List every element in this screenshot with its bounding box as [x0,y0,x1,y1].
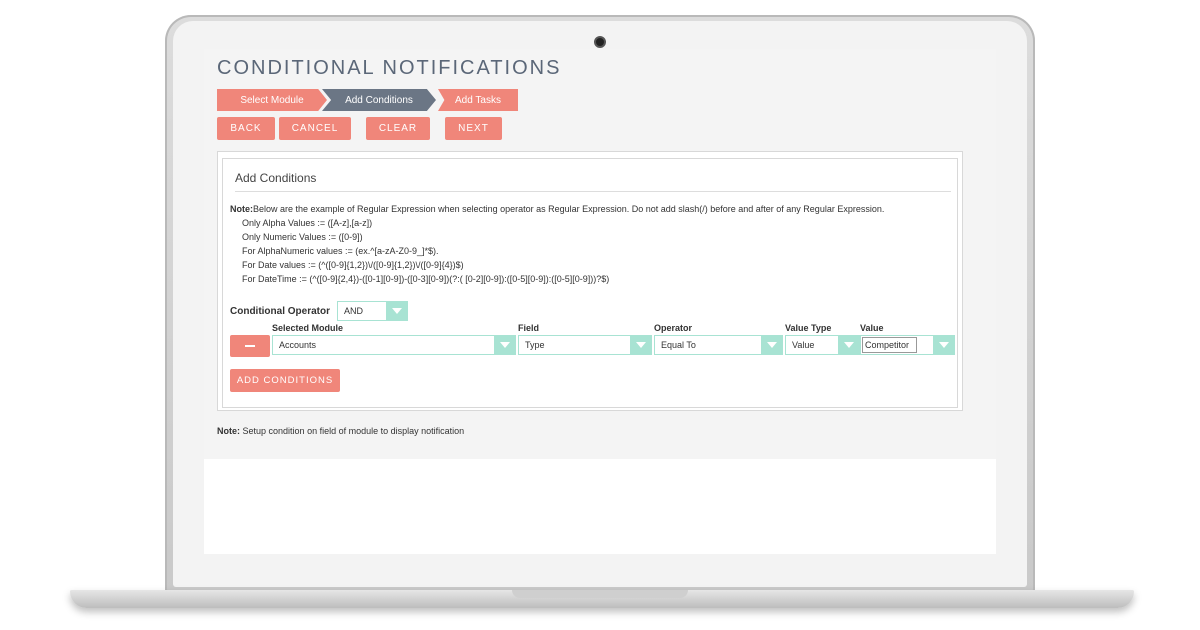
footer-note: Note: Setup condition on field of module… [217,426,464,436]
chevron-down-icon[interactable] [630,336,651,354]
regex-example: For Date values := (^([0-9]{1,2})\/([0-9… [242,260,464,270]
camera-icon [594,36,606,48]
regex-note-prefix: Note: [230,204,253,214]
next-button[interactable]: NEXT [445,117,502,140]
field-select-value: Type [525,340,545,350]
value-select[interactable] [860,335,955,355]
footer-note-prefix: Note: [217,426,240,436]
column-header-value: Value [860,323,884,333]
step-select-module[interactable]: Select Module [217,89,327,111]
clear-button[interactable]: CLEAR [366,117,430,140]
footer-note-text: Setup condition on field of module to di… [242,426,465,436]
conditions-panel-inner: Add Conditions Note:Below are the exampl… [222,158,958,408]
cancel-button[interactable]: CANCEL [279,117,351,140]
module-select-value: Accounts [279,340,317,350]
app-area: CONDITIONAL NOTIFICATIONS Select Module … [204,49,996,459]
column-header-operator: Operator [654,323,693,333]
chevron-down-icon[interactable] [761,336,782,354]
conditional-operator-select[interactable]: AND [337,301,408,321]
conditions-panel: Add Conditions Note:Below are the exampl… [217,151,963,411]
page-title: CONDITIONAL NOTIFICATIONS [217,57,562,79]
chevron-down-icon[interactable] [386,302,407,320]
regex-example: Only Numeric Values := ([0-9]) [242,232,363,242]
regex-example: Only Alpha Values := ([A-z],[a-z]) [242,218,373,228]
operator-select[interactable]: Equal To [654,335,783,355]
conditional-operator-value: AND [344,306,364,316]
regex-example: For AlphaNumeric values := (ex.^[a-zA-Z0… [242,246,439,256]
chevron-down-icon[interactable] [933,336,954,354]
step-add-conditions[interactable]: Add Conditions [322,89,436,111]
back-button[interactable]: BACK [217,117,275,140]
chevron-down-icon[interactable] [494,336,515,354]
operator-select-value: Equal To [661,340,696,350]
remove-condition-button[interactable] [230,335,270,357]
laptop-screen: CONDITIONAL NOTIFICATIONS Select Module … [204,49,996,554]
column-header-module: Selected Module [272,323,344,333]
conditional-operator-label: Conditional Operator [230,306,330,317]
minus-icon [245,345,255,347]
regex-note-text: Below are the example of Regular Express… [253,204,885,214]
field-select[interactable]: Type [518,335,652,355]
step-add-tasks[interactable]: Add Tasks [438,89,518,111]
column-header-field: Field [518,323,540,333]
value-type-select-value: Value [792,340,815,350]
panel-divider [235,191,951,192]
panel-title: Add Conditions [235,171,317,185]
value-input[interactable] [862,337,917,353]
laptop-base-notch [512,590,688,598]
add-conditions-button[interactable]: ADD CONDITIONS [230,369,340,392]
module-select[interactable]: Accounts [272,335,516,355]
chevron-down-icon[interactable] [838,336,859,354]
column-header-value-type: Value Type [785,323,832,333]
regex-note: Note:Below are the example of Regular Ex… [230,204,884,214]
regex-example: For DateTime := (^([0-9]{2,4})-([0-1][0-… [242,274,610,284]
value-type-select[interactable]: Value [785,335,860,355]
